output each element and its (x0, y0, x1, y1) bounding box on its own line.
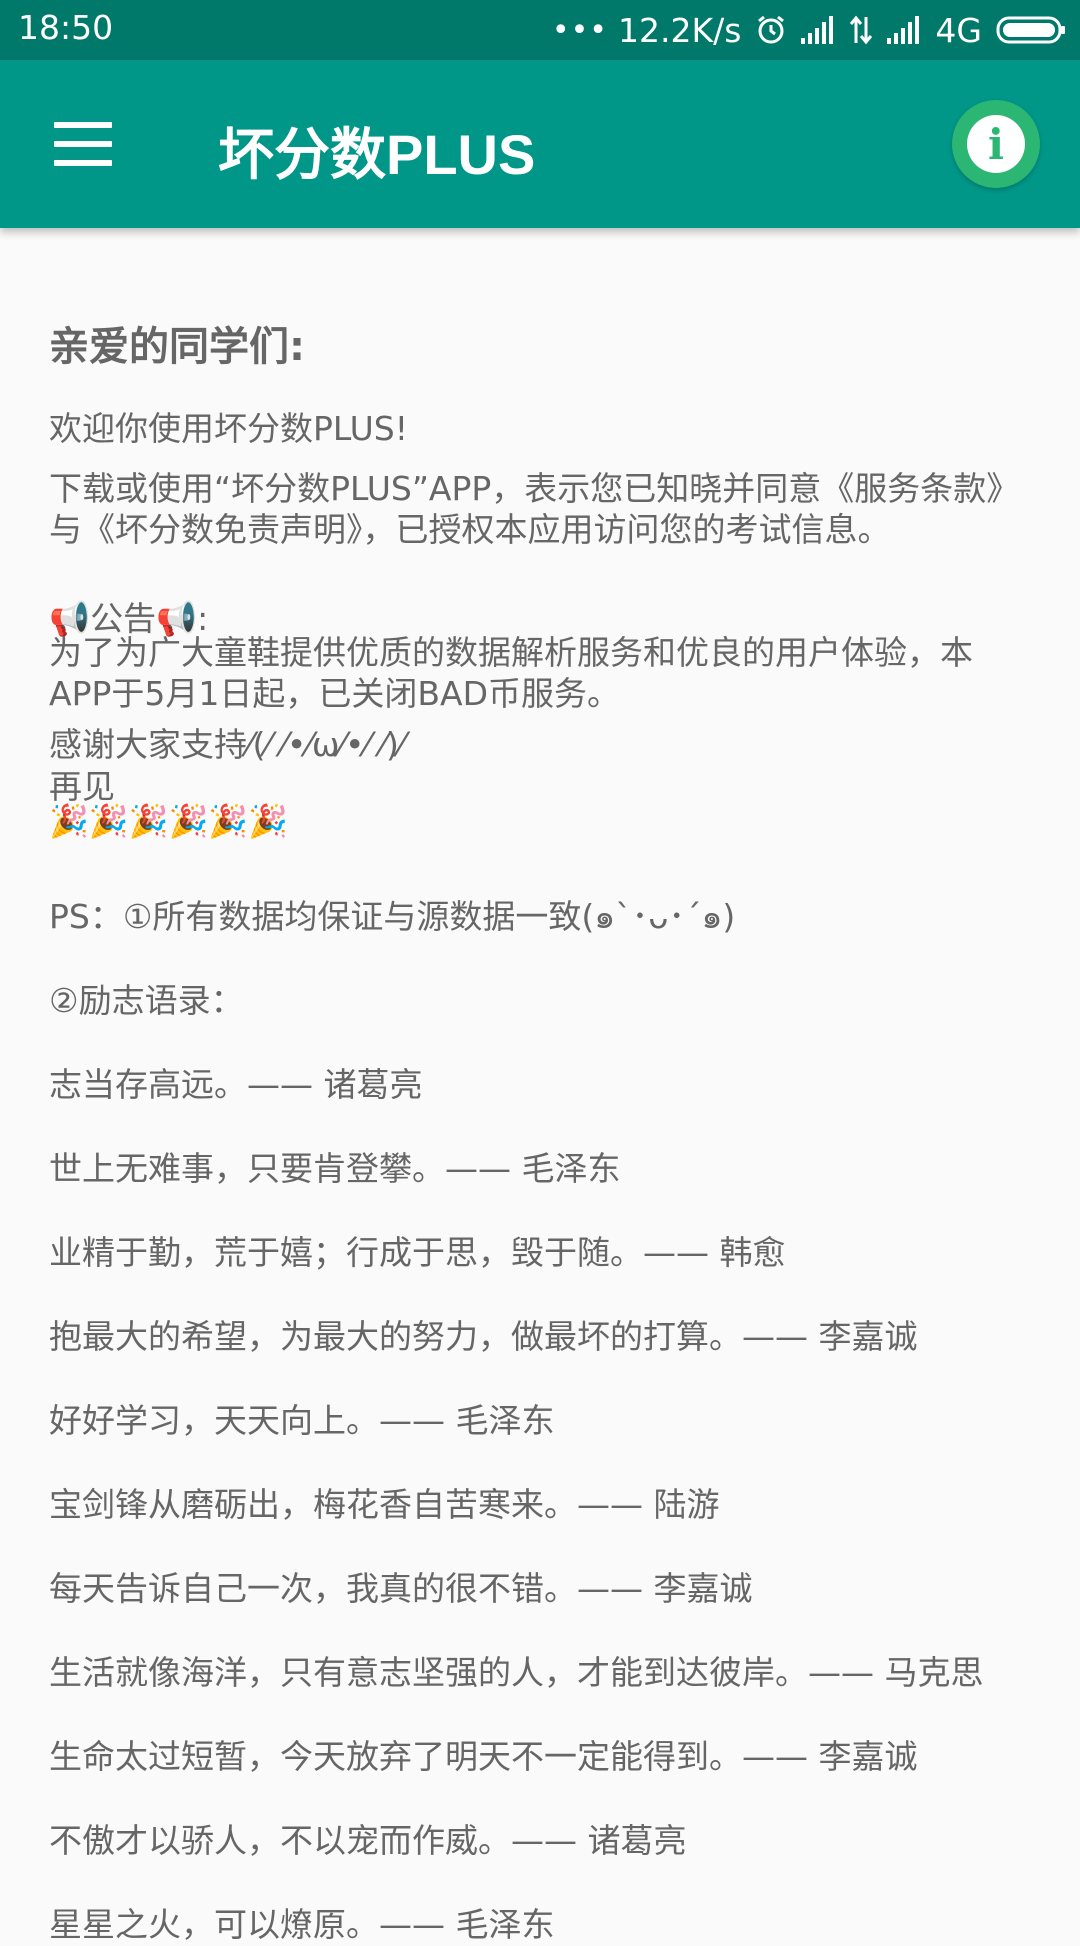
quote-item: 好好学习，天天向上。—— 毛泽东 (49, 1401, 555, 1440)
greeting-heading: 亲爱的同学们: (49, 324, 305, 370)
goodbye-text: 再见 (49, 767, 115, 806)
signal-icon-2 (887, 16, 921, 44)
quote-item: 抱最大的希望，为最大的努力，做最坏的打算。—— 李嘉诚 (49, 1317, 918, 1356)
info-button[interactable]: i (952, 100, 1040, 188)
celebration-icons: 🎉🎉🎉🎉🎉🎉 (49, 802, 289, 840)
quote-item: 宝剑锋从磨砺出，梅花香自苦寒来。—— 陆游 (49, 1485, 720, 1524)
ps-note: PS：①所有数据均保证与源数据一致(๑`･ᴗ･´๑) (49, 897, 736, 936)
network-type: 4G (935, 10, 982, 50)
announcement-body: 为了为广大童鞋提供优质的数据解析服务和优良的用户体验，本APP于5月1日起，已关… (49, 633, 973, 713)
welcome-text: 欢迎你使用坏分数PLUS! (49, 409, 408, 448)
quotes-heading: ②励志语录： (49, 981, 244, 1020)
status-icons: ••• 12.2K/s 4G (552, 8, 1066, 52)
quote-item: 生活就像海洋，只有意志坚强的人，才能到达彼岸。—— 马克思 (49, 1653, 984, 1692)
quote-item: 业精于勤，荒于嬉；行成于思，毁于随。—— 韩愈 (49, 1233, 786, 1272)
quote-item: 不傲才以骄人，不以宠而作威。—— 诸葛亮 (49, 1821, 687, 1860)
thanks-text: 感谢大家支持⁄(⁄ ⁄•⁄ω⁄•⁄ ⁄)⁄ (49, 725, 405, 764)
menu-icon[interactable] (54, 122, 112, 166)
alarm-icon (755, 14, 787, 46)
quote-item: 志当存高远。—— 诸葛亮 (49, 1065, 423, 1104)
terms-text: 下载或使用“坏分数PLUS”APP，表示您已知晓并同意《服务条款》与《坏分数免责… (49, 469, 1020, 549)
signal-icon (801, 16, 835, 44)
quote-item: 生命太过短暂，今天放弃了明天不一定能得到。—— 李嘉诚 (49, 1737, 918, 1776)
battery-icon (996, 15, 1066, 45)
info-icon: i (967, 115, 1025, 173)
data-transfer-icon (849, 15, 873, 45)
quote-item: 世上无难事，只要肯登攀。—— 毛泽东 (49, 1149, 621, 1188)
app-title: 坏分数PLUS (218, 123, 536, 186)
app-bar: 坏分数PLUS i (0, 60, 1080, 228)
status-bar: 18:50 ••• 12.2K/s 4G (0, 0, 1080, 60)
quote-item: 星星之火，可以燎原。—— 毛泽东 (49, 1905, 555, 1944)
status-time: 18:50 (18, 8, 114, 47)
more-notifications-icon: ••• (551, 12, 608, 48)
quote-item: 每天告诉自己一次，我真的很不错。—— 李嘉诚 (49, 1569, 753, 1608)
network-speed: 12.2K/s (617, 10, 742, 50)
